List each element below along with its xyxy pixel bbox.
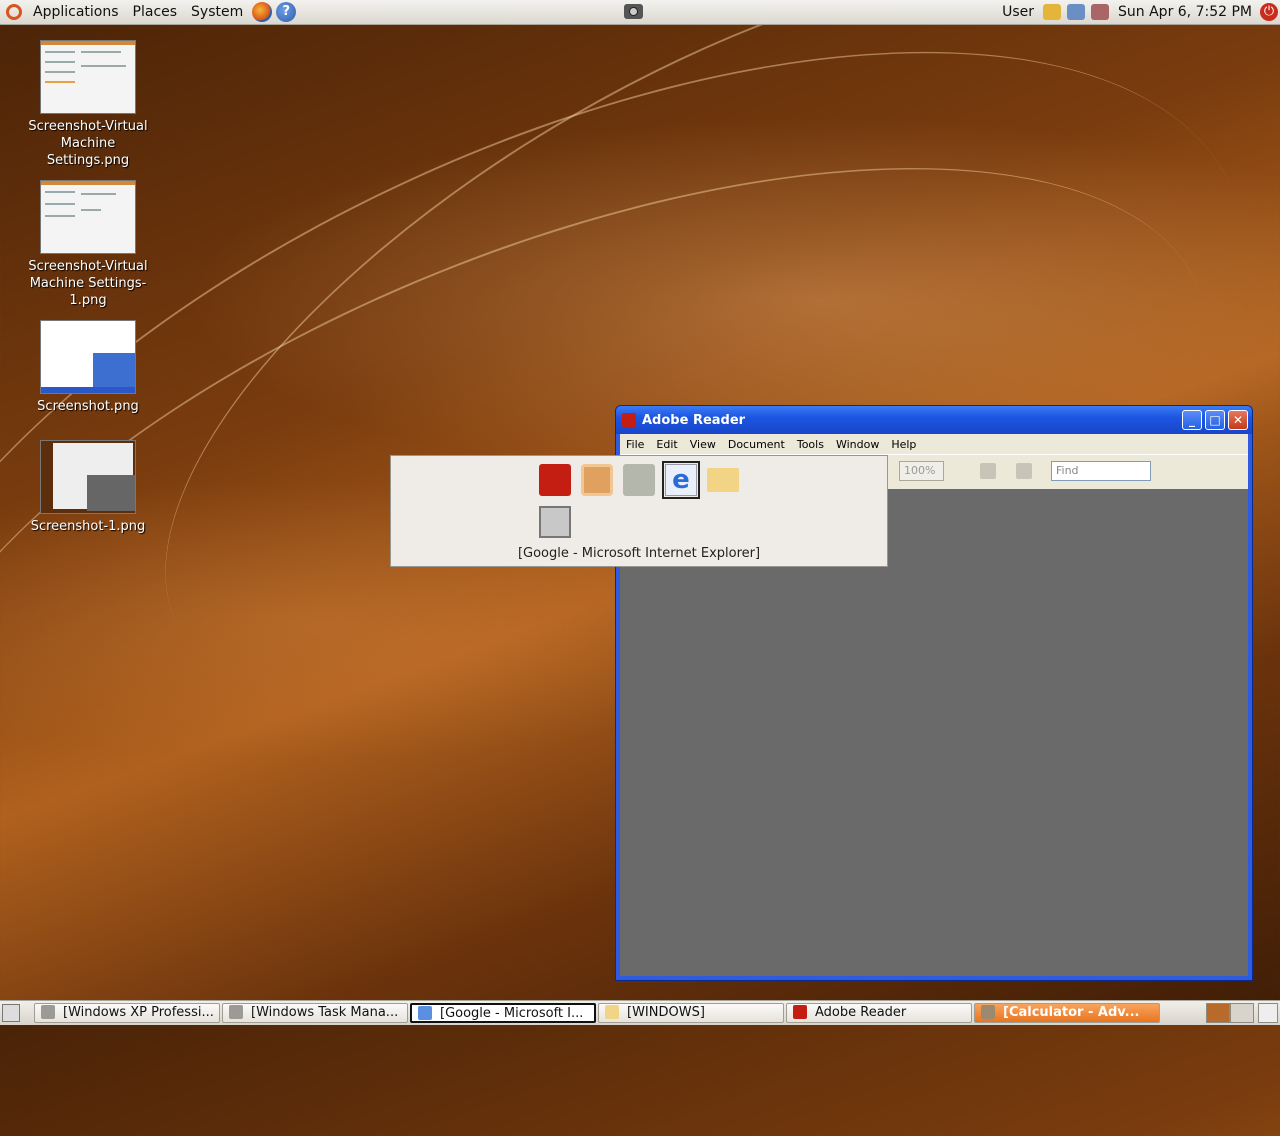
workspace-1[interactable] [1206, 1003, 1230, 1023]
menu-window[interactable]: Window [830, 438, 885, 451]
menu-document[interactable]: Document [722, 438, 791, 451]
adobe-reader-icon[interactable] [539, 464, 571, 496]
menu-edit[interactable]: Edit [650, 438, 683, 451]
desktop-icon-label: Screenshot.png [37, 399, 139, 414]
show-desktop-button[interactable] [2, 1004, 20, 1022]
vmware-icon[interactable] [581, 464, 613, 496]
desktop-icon-label: Screenshot-Virtual Machine Settings-1.pn… [28, 259, 148, 308]
ubuntu-logo-icon[interactable] [6, 4, 22, 20]
system-menu[interactable]: System [184, 0, 250, 24]
desktop-icon[interactable]: Screenshot-Virtual Machine Settings.png [18, 40, 158, 169]
vmware-icon [41, 1005, 55, 1019]
image-thumbnail-icon [40, 180, 136, 254]
internet-explorer-icon [418, 1006, 432, 1020]
help-icon[interactable]: ? [276, 2, 297, 22]
taskbar-item[interactable]: Adobe Reader [786, 1003, 972, 1023]
desktop-icon[interactable]: Screenshot-1.png [18, 440, 158, 535]
menu-tools[interactable]: Tools [791, 438, 830, 451]
adobe-reader-icon [622, 413, 636, 427]
desktop-icon[interactable]: Screenshot-Virtual Machine Settings-1.pn… [18, 180, 158, 309]
taskbar-item-label: [Windows Task Mana... [251, 1005, 399, 1020]
minimize-button[interactable]: _ [1182, 410, 1202, 430]
menu-help[interactable]: Help [885, 438, 922, 451]
image-thumbnail-icon [40, 40, 136, 114]
taskbar-item-label: Adobe Reader [815, 1005, 907, 1020]
screenshot-camera-icon[interactable] [624, 4, 643, 19]
power-icon[interactable]: ⏻ [1260, 3, 1278, 21]
desktop-icon-label: Screenshot-Virtual Machine Settings.png [28, 119, 148, 168]
fit-page-icon[interactable] [1016, 463, 1032, 479]
switcher-caption: [Google - Microsoft Internet Explorer] [517, 546, 761, 561]
desktop-icon[interactable]: Screenshot.png [18, 320, 158, 415]
taskbar-item[interactable]: [WINDOWS] [598, 1003, 784, 1023]
keys-icon[interactable] [1043, 4, 1062, 20]
taskbar-item-label: [WINDOWS] [627, 1005, 705, 1020]
taskbar-item-label: [Google - Microsoft I... [440, 1006, 584, 1021]
desktop-icon-label: Screenshot-1.png [30, 519, 146, 534]
taskbar-item[interactable]: [Google - Microsoft I... [410, 1003, 596, 1023]
network-icon[interactable] [1067, 4, 1086, 20]
image-thumbnail-icon [40, 320, 136, 394]
folder-icon[interactable] [707, 468, 739, 492]
workspace-2[interactable] [1230, 1003, 1254, 1023]
taskbar-item[interactable]: [Windows Task Mana... [222, 1003, 408, 1023]
find-input[interactable]: Find [1051, 461, 1151, 481]
volume-icon[interactable] [1091, 4, 1110, 20]
internet-explorer-icon[interactable]: e [665, 464, 697, 496]
taskbar-item-label: [Calculator - Adv... [1003, 1005, 1140, 1020]
folder-icon [605, 1005, 619, 1019]
task-manager-icon[interactable] [539, 506, 571, 538]
window-titlebar[interactable]: Adobe Reader _ □ ✕ [616, 406, 1252, 434]
bottom-panel: [Windows XP Professi... [Windows Task Ma… [0, 1000, 1280, 1025]
user-switcher[interactable]: User [996, 4, 1040, 20]
applications-menu[interactable]: Applications [26, 0, 126, 24]
places-menu[interactable]: Places [126, 0, 185, 24]
close-button[interactable]: ✕ [1228, 410, 1248, 430]
menu-view[interactable]: View [684, 438, 722, 451]
trash-icon[interactable] [1258, 1003, 1278, 1023]
taskbar-item[interactable]: [Calculator - Adv... [974, 1003, 1160, 1023]
adobe-reader-icon [793, 1005, 807, 1019]
maximize-button[interactable]: □ [1205, 410, 1225, 430]
calculator-icon [981, 1005, 995, 1019]
image-thumbnail-icon [40, 440, 136, 514]
window-switcher-popup: e [Google - Microsoft Internet Explorer] [390, 455, 888, 567]
clock[interactable]: Sun Apr 6, 7:52 PM [1112, 4, 1258, 20]
taskbar-item-label: [Windows XP Professi... [63, 1005, 214, 1020]
menu-file[interactable]: File [620, 438, 650, 451]
system-tray: User Sun Apr 6, 7:52 PM ⏻ [996, 0, 1280, 24]
fit-width-icon[interactable] [980, 463, 996, 479]
task-manager-icon [229, 1005, 243, 1019]
calculator-icon[interactable] [623, 464, 655, 496]
window-title: Adobe Reader [642, 412, 746, 428]
menu-bar: File Edit View Document Tools Window Hel… [620, 434, 1248, 454]
taskbar-item[interactable]: [Windows XP Professi... [34, 1003, 220, 1023]
firefox-icon[interactable] [252, 2, 273, 22]
zoom-select[interactable]: 100% [899, 461, 944, 481]
